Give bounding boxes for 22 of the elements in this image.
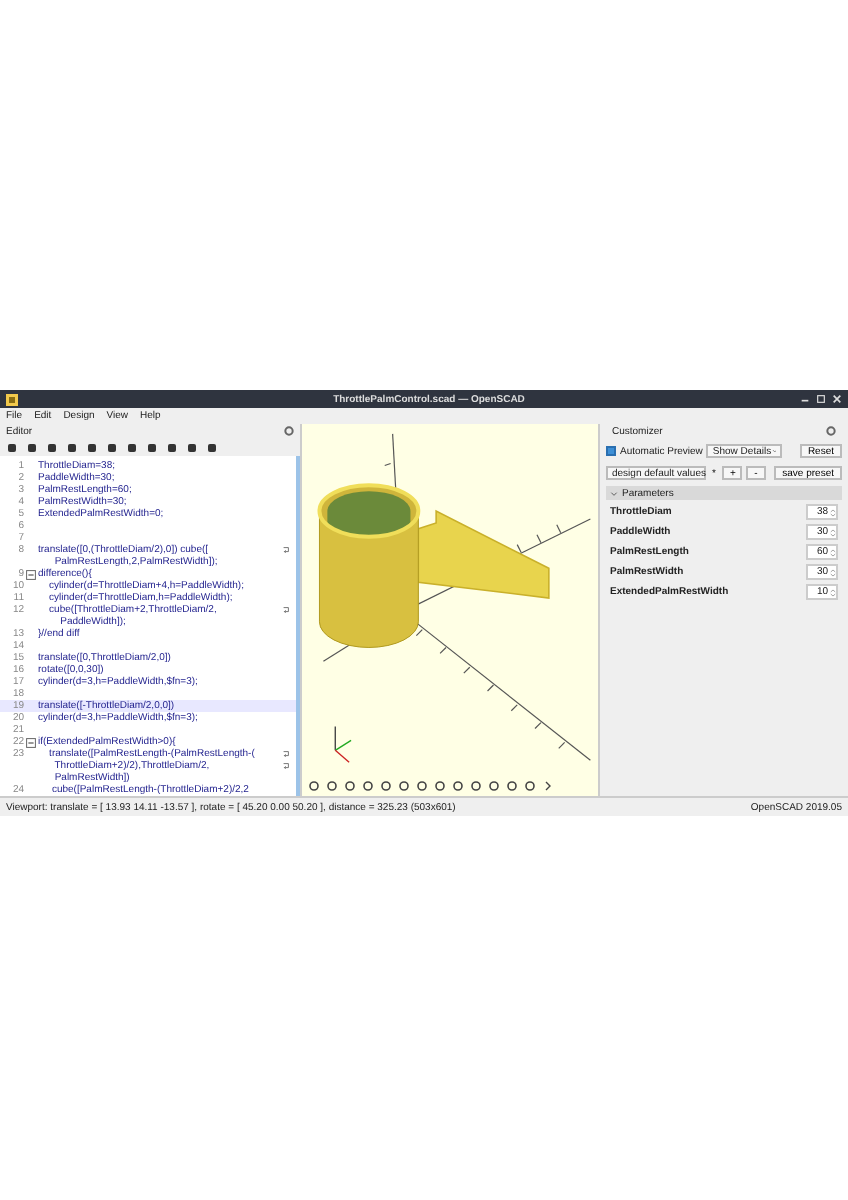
minimize-icon[interactable] <box>800 394 810 404</box>
app-icon <box>6 393 18 405</box>
spin-arrows-icon <box>830 587 836 597</box>
wrap-arrow-icon <box>282 606 290 614</box>
code-editor[interactable] <box>0 456 300 796</box>
wrap-arrow-icon <box>282 750 290 758</box>
axis-gizmo-icon <box>334 725 352 763</box>
chevron-right-icon[interactable] <box>542 780 554 792</box>
fold-marker-icon[interactable] <box>26 737 36 747</box>
close-icon[interactable] <box>832 394 842 404</box>
spin-arrows-icon <box>830 547 836 557</box>
spin-arrows-icon <box>830 507 836 517</box>
maximize-icon[interactable] <box>816 394 826 404</box>
caret-icon <box>610 489 618 497</box>
wrap-arrow-icon <box>282 546 290 554</box>
fold-marker-icon[interactable] <box>26 569 36 579</box>
spin-arrows-icon <box>830 567 836 577</box>
3d-viewport[interactable] <box>300 424 600 796</box>
wrap-arrow-icon <box>282 762 290 770</box>
settings-icon[interactable] <box>826 426 836 436</box>
spin-arrows-icon <box>830 527 836 537</box>
settings-icon[interactable] <box>284 426 294 436</box>
